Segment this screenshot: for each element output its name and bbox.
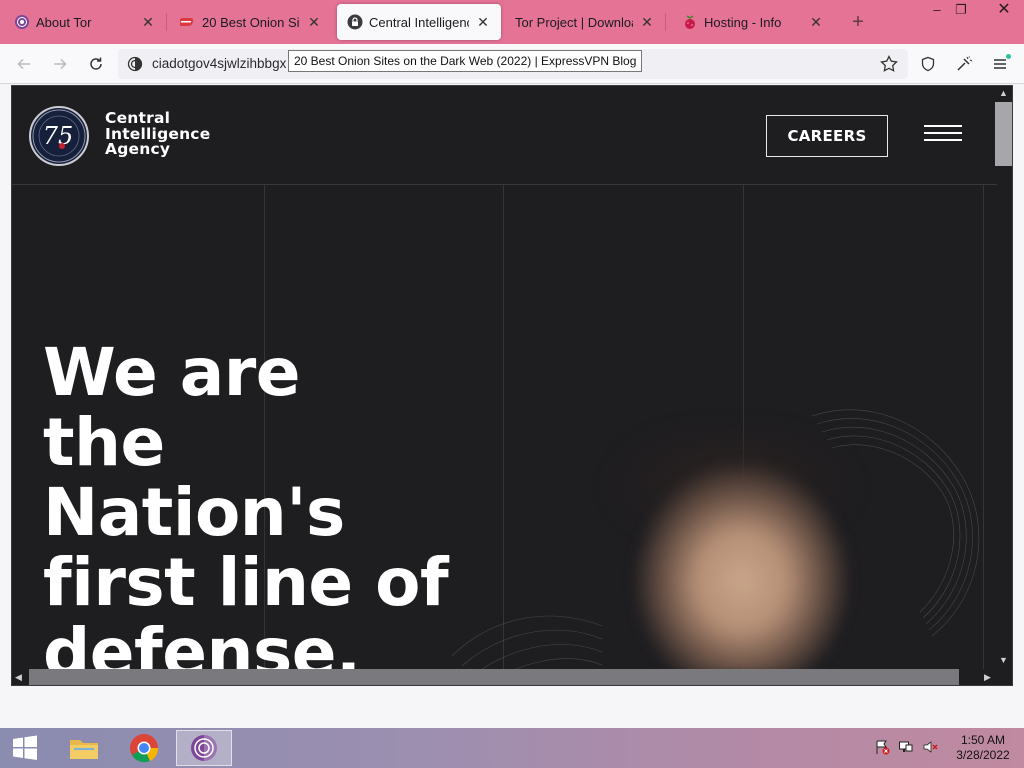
close-tab-icon[interactable]: ✕ [808,14,824,31]
hamburger-menu-icon [994,59,1006,69]
scroll-left-arrow-icon[interactable]: ◀ [15,672,22,683]
tab-title: 20 Best Onion Sites [202,14,300,30]
back-arrow-icon [17,58,30,70]
reload-button[interactable] [84,52,108,76]
hero-headline: We are the Nation's first line of defens… [43,334,449,686]
close-tab-icon[interactable]: ✕ [639,14,655,31]
careers-button[interactable]: CAREERS [766,115,888,157]
agency-name-line: Agency [105,140,171,158]
tab-about-tor[interactable]: About Tor ✕ [4,4,167,40]
tab-tooltip: 20 Best Onion Sites on the Dark Web (202… [288,50,643,72]
vertical-scroll-thumb[interactable] [995,102,1012,166]
folder-icon [70,740,98,759]
close-tab-icon[interactable]: ✕ [306,14,322,31]
expressvpn-icon [180,14,196,30]
tor-browser-taskbar-button[interactable] [176,730,232,766]
horizontal-scroll-thumb[interactable] [29,669,959,685]
system-clock[interactable]: 1:50 AM 3/28/2022 [948,733,1018,763]
vertical-scrollbar[interactable] [997,86,1012,669]
headline-line: first line of [43,544,449,621]
volume-muted-icon[interactable] [921,738,939,756]
network-icon[interactable] [897,738,915,756]
chrome-icon [130,734,159,763]
star-icon [880,55,898,72]
url-text: ciadotgov4sjwlzihbbgx [152,56,287,71]
svg-text:75: 75 [43,122,74,150]
windows-logo-icon [13,735,37,760]
update-dot [1006,54,1011,59]
action-center-flag-icon[interactable] [873,738,891,756]
clock-time: 1:50 AM [960,733,1006,747]
chrome-taskbar-button[interactable] [116,730,172,766]
headline-line: Nation's [43,474,345,551]
restore-button[interactable]: ❐ [946,0,976,22]
tab-title: Hosting - Info [704,14,782,30]
web-page: 75 Central Intelligence Agency CAREERS W… [11,85,1013,686]
forward-arrow-icon [54,58,67,70]
hero-photo-face [572,416,912,676]
scroll-down-arrow-icon[interactable]: ▼ [999,655,1008,665]
shield-button[interactable] [916,52,940,76]
forward-button[interactable] [48,52,72,76]
scroll-up-arrow-icon[interactable]: ▲ [999,88,1008,98]
scroll-right-arrow-icon[interactable]: ▶ [984,672,991,683]
bookmark-star-button[interactable] [877,52,901,76]
back-button[interactable] [12,52,36,76]
onion-site-icon [127,56,143,77]
file-explorer-taskbar-button[interactable] [56,730,112,766]
tab-tor-download[interactable]: Tor Project | Download ✕ [505,4,666,40]
tor-icon [14,14,30,30]
windows-taskbar: 1:50 AM 3/28/2022 [0,728,1024,768]
close-tab-icon[interactable]: ✕ [140,14,156,31]
agency-name[interactable]: Central Intelligence Agency [105,110,210,158]
site-header: 75 Central Intelligence Agency CAREERS [12,86,997,185]
tab-hosting-info[interactable]: Hosting - Info ✕ [672,4,834,40]
windows-start-button[interactable] [0,730,50,766]
tab-title: Central Intelligence A [369,14,469,30]
tab-strip: About Tor ✕ 20 Best Onion Sites ✕ Centra… [0,0,1024,44]
close-tab-icon[interactable]: ✕ [475,14,491,31]
tor-browser-icon [191,735,217,761]
reload-icon [90,57,102,70]
lock-icon [347,14,363,30]
headline-line: We are [43,334,301,411]
raspberry-icon [682,14,698,30]
new-identity-button[interactable] [952,52,976,76]
new-tab-button[interactable]: + [846,10,870,34]
broom-icon [957,56,973,71]
close-window-button[interactable]: ✕ [986,0,1022,22]
tab-title: Tor Project | Download [515,14,633,30]
tab-title: About Tor [36,14,92,30]
shield-icon [921,56,935,72]
headline-line: the [43,404,165,481]
cia-75-seal-logo[interactable]: 75 [29,106,89,166]
tab-onion-sites[interactable]: 20 Best Onion Sites ✕ [170,4,332,40]
tab-cia[interactable]: Central Intelligence A ✕ [337,4,501,40]
clock-date: 3/28/2022 [956,748,1010,762]
app-menu-button[interactable] [988,52,1012,76]
site-menu-icon[interactable] [924,125,962,147]
